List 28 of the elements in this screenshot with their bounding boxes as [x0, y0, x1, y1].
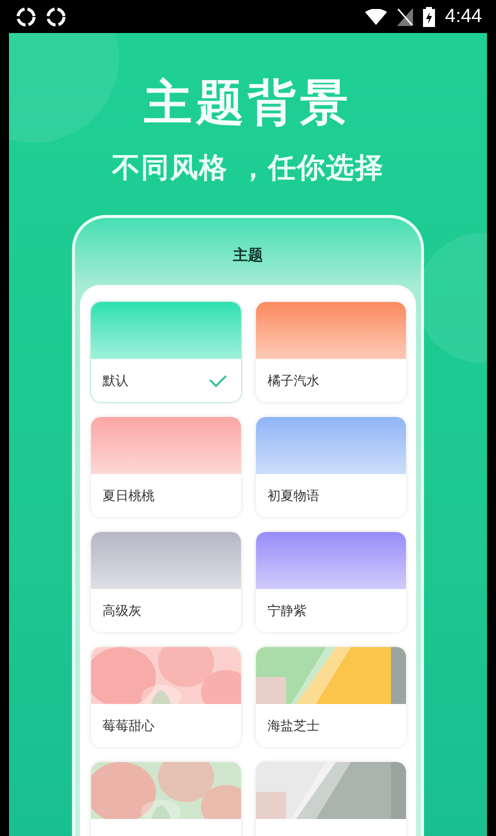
theme-card[interactable]: 高级灰 — [90, 532, 240, 632]
theme-name: 海盐芝士 — [268, 718, 320, 734]
theme-card[interactable]: 默认 — [90, 302, 240, 402]
theme-card[interactable]: 宁静紫 — [256, 532, 406, 632]
theme-name: 莓莓甜心 — [102, 718, 154, 734]
theme-card[interactable]: 海盐芝士 — [256, 647, 406, 747]
check-icon — [208, 374, 226, 386]
theme-card[interactable] — [90, 762, 240, 836]
status-time: 4:44 — [445, 6, 482, 28]
theme-name: 宁静紫 — [268, 602, 306, 620]
theme-name: 高级灰 — [102, 602, 142, 620]
theme-name: 初夏物语 — [268, 488, 320, 504]
theme-name: 默认 — [102, 372, 128, 390]
no-sim-icon — [397, 8, 414, 26]
theme-card[interactable]: 夏日桃桃 — [90, 417, 240, 517]
wifi-icon — [365, 8, 388, 24]
theme-card[interactable]: 莓莓甜心 — [90, 647, 240, 747]
theme-card[interactable]: 橘子汽水 — [256, 302, 406, 402]
theme-name: 夏日桃桃 — [102, 488, 154, 504]
theme-card[interactable]: 初夏物语 — [256, 417, 406, 517]
page-title: 主题背景 — [144, 74, 352, 133]
page-subtitle: 不同风格 ，任你选择 — [112, 150, 384, 186]
sync-icon — [16, 6, 36, 26]
battery-charging-icon — [423, 6, 436, 26]
theme-name: 橘子汽水 — [268, 372, 320, 390]
screen-title: 主题 — [233, 246, 263, 265]
theme-card[interactable] — [256, 762, 406, 836]
sync-icon — [46, 6, 66, 26]
